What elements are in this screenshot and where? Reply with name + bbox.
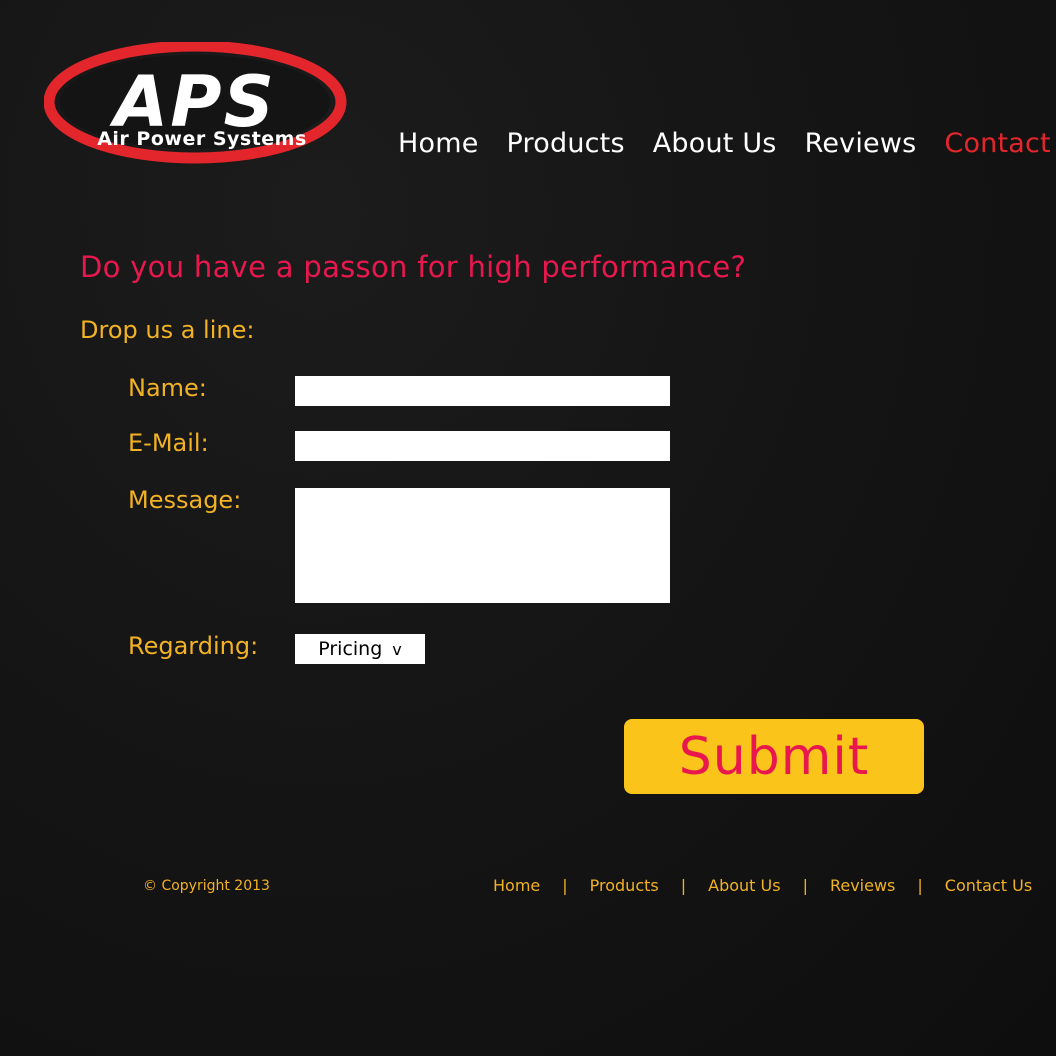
- footer-separator: |: [680, 876, 687, 895]
- footer-link-reviews[interactable]: Reviews: [830, 876, 895, 895]
- page-headline: Do you have a passon for high performanc…: [80, 250, 747, 284]
- footer-link-contact-us[interactable]: Contact Us: [945, 876, 1032, 895]
- message-label: Message:: [128, 486, 242, 514]
- name-input[interactable]: [295, 376, 670, 406]
- copyright: © Copyright 2013: [143, 878, 270, 894]
- footer-nav: Home | Products | About Us | Reviews | C…: [493, 876, 1032, 895]
- email-label: E-Mail:: [128, 429, 209, 457]
- footer-link-products[interactable]: Products: [590, 876, 659, 895]
- main-nav: Home Products About Us Reviews Contact U…: [398, 128, 1056, 159]
- footer-separator: |: [562, 876, 568, 895]
- nav-reviews[interactable]: Reviews: [805, 128, 917, 159]
- name-label: Name:: [128, 374, 207, 402]
- nav-contact-us[interactable]: Contact Us: [944, 128, 1056, 159]
- nav-home[interactable]: Home: [398, 128, 479, 159]
- logo-tagline: Air Power Systems: [97, 128, 307, 150]
- footer-link-about-us[interactable]: About Us: [708, 876, 780, 895]
- message-textarea[interactable]: [295, 488, 670, 603]
- footer-separator: |: [917, 876, 923, 895]
- submit-button[interactable]: Submit: [624, 719, 924, 794]
- aps-logo[interactable]: APS: [44, 42, 348, 202]
- chevron-down-icon: v: [392, 639, 402, 659]
- regarding-select[interactable]: Pricing v: [295, 634, 425, 664]
- nav-products[interactable]: Products: [507, 128, 625, 159]
- form-intro: Drop us a line:: [80, 316, 255, 344]
- footer-separator: |: [802, 876, 808, 895]
- page: APS Air Power Systems Home Products Abou…: [0, 0, 1056, 1056]
- regarding-selected-value: Pricing: [318, 638, 383, 660]
- nav-about-us[interactable]: About Us: [653, 128, 777, 159]
- email-input[interactable]: [295, 431, 670, 461]
- footer-link-home[interactable]: Home: [493, 876, 540, 895]
- regarding-label: Regarding:: [128, 632, 259, 660]
